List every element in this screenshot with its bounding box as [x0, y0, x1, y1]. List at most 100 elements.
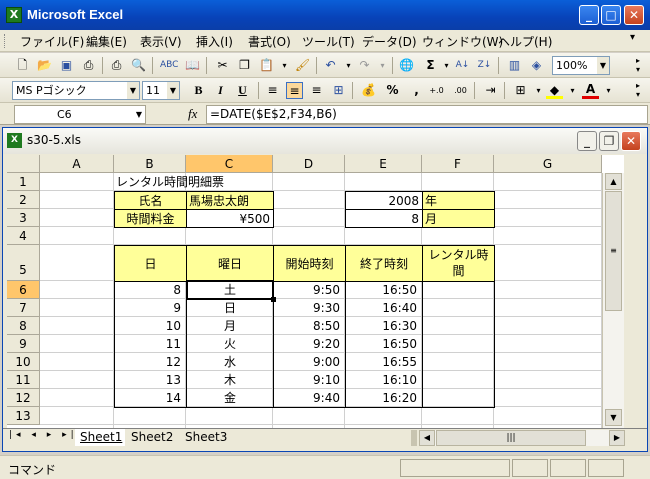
- row-header-12[interactable]: 12: [7, 389, 40, 407]
- table-header-day[interactable]: 日: [114, 245, 187, 282]
- indent-icon[interactable]: ⇥: [482, 82, 499, 99]
- undo-icon[interactable]: ↶: [322, 57, 339, 74]
- row-header-11[interactable]: 11: [7, 371, 40, 389]
- borders-icon[interactable]: ⊞: [512, 82, 529, 99]
- print-icon[interactable]: ⎙: [108, 57, 125, 74]
- table-cell-start[interactable]: 9:20: [274, 335, 344, 353]
- row-header-13[interactable]: 13: [7, 407, 40, 425]
- row-header-7[interactable]: 7: [7, 299, 40, 317]
- horizontal-scrollbar[interactable]: ◀ ||| ▶: [419, 430, 625, 446]
- spelling-icon[interactable]: ABC: [160, 57, 178, 74]
- zoom-dropdown-icon[interactable]: ▼: [597, 57, 609, 74]
- paste-dropdown-icon[interactable]: ▾: [276, 57, 293, 74]
- percent-button[interactable]: %: [384, 82, 401, 99]
- fill-handle[interactable]: [271, 297, 276, 302]
- decrease-decimal-icon[interactable]: .00: [452, 82, 469, 99]
- table-cell-weekday[interactable]: 日: [188, 299, 272, 317]
- underline-button[interactable]: U: [234, 82, 251, 99]
- cell-f3-month-label[interactable]: 月: [422, 209, 495, 228]
- app-title-bar[interactable]: X Microsoft Excel _ □ ✕: [0, 0, 650, 30]
- table-cell-day[interactable]: 12: [115, 353, 185, 371]
- menu-insert[interactable]: 挿入(I): [196, 33, 233, 50]
- table-cell-day[interactable]: 11: [115, 335, 185, 353]
- cell-b3-rate-label[interactable]: 時間料金: [114, 209, 187, 228]
- column-header-g[interactable]: G: [494, 155, 602, 173]
- table-cell-day[interactable]: 8: [115, 281, 185, 299]
- table-header-end[interactable]: 終了時刻: [345, 245, 423, 282]
- table-cell-day[interactable]: 9: [115, 299, 185, 317]
- align-right-icon[interactable]: ≡: [308, 82, 325, 99]
- cell-c3-rate-value[interactable]: ¥500: [186, 209, 274, 228]
- table-cell-end[interactable]: 16:55: [346, 353, 421, 371]
- row-header-5[interactable]: 5: [7, 245, 40, 281]
- menu-file[interactable]: ファイル(F): [20, 33, 84, 50]
- font-name-combo[interactable]: MS Pゴシック ▼: [12, 81, 140, 100]
- restore-workbook-button[interactable]: ❐: [599, 131, 619, 151]
- align-center-icon[interactable]: ≡: [286, 82, 303, 99]
- close-app-button[interactable]: ✕: [624, 5, 644, 25]
- sheet-nav-icons[interactable]: |◂ ◂ ▸ ▸|: [9, 430, 78, 440]
- sort-ascending-icon[interactable]: A↓: [454, 57, 471, 74]
- menu-view[interactable]: 表示(V): [140, 33, 182, 50]
- sheet-tab-3[interactable]: Sheet3: [181, 429, 233, 446]
- menu-data[interactable]: データ(D): [362, 33, 417, 50]
- sort-descending-icon[interactable]: Z↓: [476, 57, 493, 74]
- cell-f2-year-label[interactable]: 年: [422, 191, 495, 210]
- select-all-corner[interactable]: [7, 155, 40, 173]
- cell-b1-title[interactable]: レンタル時間明細票: [116, 173, 316, 191]
- active-cell-selection[interactable]: [186, 280, 274, 300]
- save-icon[interactable]: ▣: [58, 57, 75, 74]
- research-icon[interactable]: 📖: [184, 57, 201, 74]
- row-header-4[interactable]: 4: [7, 227, 40, 245]
- toolbar-options-icon[interactable]: ▸ ▾: [636, 81, 640, 99]
- font-color-icon[interactable]: A: [582, 82, 599, 99]
- italic-button[interactable]: I: [212, 82, 229, 99]
- menu-overflow-icon[interactable]: ▾: [630, 32, 635, 43]
- table-header-start[interactable]: 開始時刻: [273, 245, 346, 282]
- table-cell-weekday[interactable]: 金: [188, 389, 272, 407]
- fill-color-dropdown-icon[interactable]: ▾: [564, 82, 581, 99]
- vertical-scroll-thumb[interactable]: ≡: [605, 191, 622, 311]
- table-cell-start[interactable]: 9:50: [274, 281, 344, 299]
- row-header-6[interactable]: 6: [7, 281, 40, 299]
- currency-icon[interactable]: 💰: [360, 82, 377, 99]
- excel-app-icon[interactable]: X: [6, 7, 22, 23]
- sheet-tab-1[interactable]: Sheet1: [75, 429, 125, 446]
- column-header-c[interactable]: C: [186, 155, 273, 173]
- drawing-icon[interactable]: ◈: [528, 57, 545, 74]
- minimize-app-button[interactable]: _: [579, 5, 599, 25]
- column-header-e[interactable]: E: [345, 155, 422, 173]
- name-box[interactable]: C6 ▼: [14, 105, 146, 124]
- column-header-d[interactable]: D: [273, 155, 345, 173]
- name-box-dropdown-icon[interactable]: ▼: [133, 106, 145, 123]
- menu-format[interactable]: 書式(O): [248, 33, 291, 50]
- autosum-icon[interactable]: Σ: [422, 57, 439, 74]
- table-cell-start[interactable]: 9:30: [274, 299, 344, 317]
- table-cell-weekday[interactable]: 火: [188, 335, 272, 353]
- table-cell-end[interactable]: 16:30: [346, 317, 421, 335]
- menu-grip[interactable]: [4, 34, 6, 48]
- format-painter-icon[interactable]: 🖌: [294, 57, 311, 74]
- hyperlink-icon[interactable]: 🌐: [398, 57, 415, 74]
- row-header-8[interactable]: 8: [7, 317, 40, 335]
- comma-button[interactable]: ,: [408, 82, 425, 99]
- font-size-dropdown-icon[interactable]: ▼: [167, 82, 179, 99]
- cell-e3-month-value[interactable]: 8: [345, 209, 423, 228]
- scroll-down-icon[interactable]: ▼: [605, 409, 622, 426]
- row-header-2[interactable]: 2: [7, 191, 40, 209]
- increase-decimal-icon[interactable]: +.0: [428, 82, 445, 99]
- row-header-3[interactable]: 3: [7, 209, 40, 227]
- font-size-combo[interactable]: 11 ▼: [142, 81, 180, 100]
- menu-tools[interactable]: ツール(T): [302, 33, 355, 50]
- horizontal-scroll-thumb[interactable]: |||: [436, 430, 586, 446]
- workbook-title-bar[interactable]: X s30-5.xls _ ❐ ✕: [3, 128, 647, 154]
- scroll-up-icon[interactable]: ▲: [605, 173, 622, 190]
- worksheet-grid[interactable]: A B C D E F G 1 2 3 4 5 6 7 8 9 10 11 12…: [7, 155, 624, 428]
- maximize-app-button[interactable]: □: [601, 5, 621, 25]
- vertical-scrollbar[interactable]: ▲ ≡ ▼: [602, 173, 624, 428]
- autosum-dropdown-icon[interactable]: ▾: [438, 57, 455, 74]
- print-preview-icon[interactable]: 🔍: [130, 57, 147, 74]
- table-cell-weekday[interactable]: 水: [188, 353, 272, 371]
- cell-b2-name-label[interactable]: 氏名: [114, 191, 187, 210]
- font-name-dropdown-icon[interactable]: ▼: [127, 82, 139, 99]
